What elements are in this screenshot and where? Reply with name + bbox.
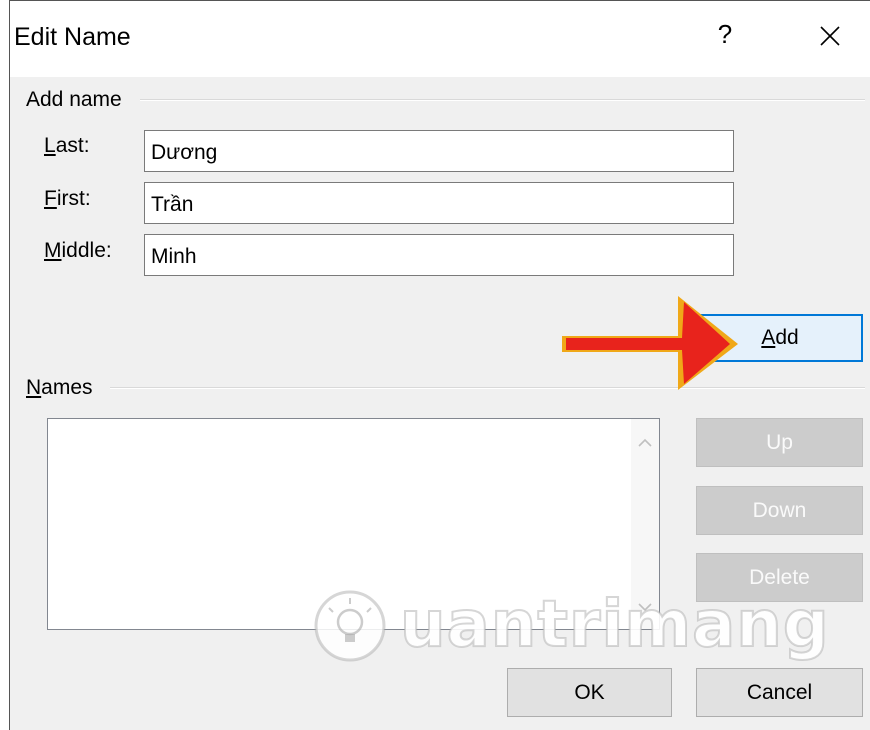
cancel-button[interactable]: Cancel [696,668,863,717]
last-label-hotkey: L [44,134,56,157]
last-label: Last: [44,134,90,158]
ok-button[interactable]: OK [507,668,672,717]
add-button-label: dd [775,326,799,349]
up-button[interactable]: Up [696,418,863,467]
title-bar: Edit Name ? [10,1,870,77]
names-listbox[interactable] [47,418,660,630]
close-icon [820,26,840,46]
dialog-title: Edit Name [14,23,131,51]
middle-label-text: iddle: [61,239,112,262]
add-button-hotkey: A [761,326,776,349]
first-label-text: irst: [56,187,91,210]
names-label-hotkey: N [26,376,42,399]
scroll-up-icon[interactable] [635,433,655,453]
edit-name-dialog: Edit Name ? Add name Last: First: Middle… [9,0,870,730]
red-arrow-icon [562,296,738,390]
first-label-hotkey: F [44,187,57,210]
help-button[interactable]: ? [710,19,740,50]
scroll-down-icon[interactable] [635,597,655,617]
names-group-line [110,387,865,389]
first-name-field[interactable] [144,182,734,224]
middle-name-field[interactable] [144,234,734,276]
down-button[interactable]: Down [696,486,863,535]
close-button[interactable] [810,15,850,55]
add-name-group-line [140,99,865,101]
middle-label: Middle: [44,239,112,263]
names-scrollbar[interactable] [631,419,659,629]
add-name-group-label: Add name [26,88,130,112]
delete-button[interactable]: Delete [696,553,863,602]
first-label: First: [44,187,91,211]
last-label-text: ast: [55,134,90,157]
names-label-text: ames [41,376,93,399]
names-group-label: Names [26,376,101,400]
last-name-field[interactable] [144,130,734,172]
middle-label-hotkey: M [44,239,62,262]
